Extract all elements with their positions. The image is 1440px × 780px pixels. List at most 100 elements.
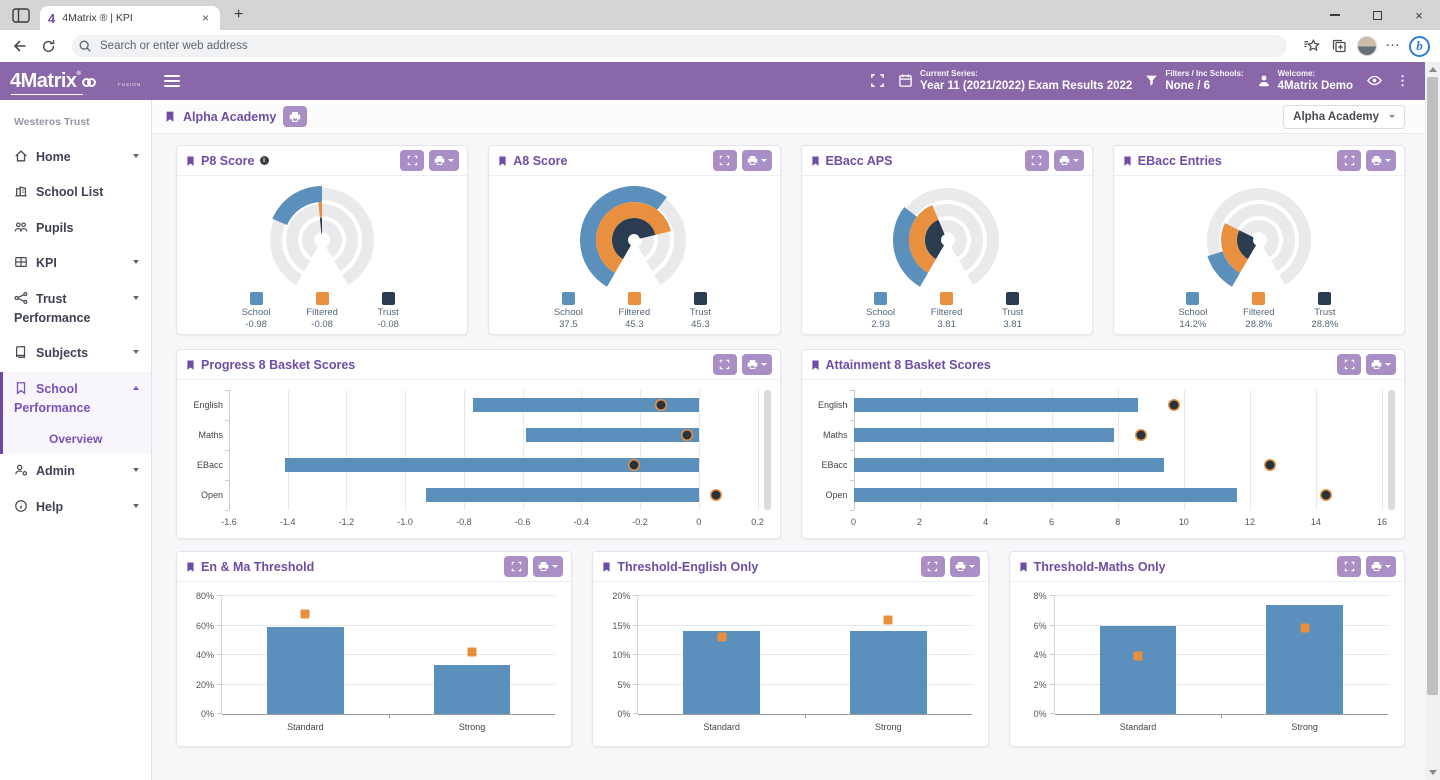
legend-item: School14.2% — [1168, 292, 1218, 331]
legend-item: Filtered3.81 — [922, 292, 972, 331]
expand-button[interactable] — [1025, 150, 1049, 171]
column-chart: 0%5%10%15%20%StandardStrong — [593, 582, 987, 746]
print-page-button[interactable] — [283, 106, 307, 127]
print-button[interactable] — [950, 556, 980, 577]
print-button[interactable] — [1366, 556, 1396, 577]
chevron-up-icon — [133, 386, 139, 390]
print-button[interactable] — [742, 354, 772, 375]
sidebar-item-kpi[interactable]: KPI — [0, 246, 151, 281]
expand-button[interactable] — [400, 150, 424, 171]
axis-tick — [217, 684, 222, 685]
scroll-up-icon[interactable] — [1429, 67, 1437, 72]
expand-button[interactable] — [1337, 556, 1361, 577]
tab-title: 4Matrix ® | KPI — [62, 12, 199, 24]
bookmark-icon — [810, 359, 821, 371]
close-button[interactable]: × — [1398, 0, 1440, 30]
browser-tab[interactable]: 4 4Matrix ® | KPI × — [40, 6, 220, 30]
card-p8-score: P8 Score i School-0.98Filtered-0.08Trust… — [176, 145, 468, 335]
profile-avatar[interactable] — [1357, 36, 1377, 56]
kebab-menu-icon[interactable]: ⋮ — [1396, 73, 1409, 89]
expand-button[interactable] — [504, 556, 528, 577]
legend-value: -0.08 — [377, 319, 399, 331]
series-label: Current Series: — [920, 69, 1132, 79]
sidebar-item-subjects[interactable]: Subjects — [0, 336, 151, 371]
maximize-button[interactable] — [1356, 0, 1398, 30]
welcome-value: 4Matrix Demo — [1278, 79, 1353, 93]
sidebar-item-overview[interactable]: Overview — [3, 426, 151, 454]
sidebar-item-school-performance[interactable]: School Performance — [3, 372, 151, 427]
print-button[interactable] — [1054, 150, 1084, 171]
sidebar-item-pupils[interactable]: Pupils — [0, 211, 151, 246]
legend-swatch — [1006, 292, 1019, 305]
expand-button[interactable] — [1337, 354, 1361, 375]
menu-hamburger-icon[interactable] — [164, 75, 180, 87]
expand-button[interactable] — [921, 556, 945, 577]
refresh-button[interactable] — [38, 36, 58, 56]
axis-tick — [217, 595, 222, 596]
page-toolbar: Alpha Academy Alpha Academy — [152, 100, 1425, 134]
school-icon — [14, 184, 28, 198]
gridline — [1250, 390, 1251, 510]
app-logo: 4Matrix® FUSION — [0, 71, 152, 91]
gauge-svg — [177, 176, 467, 294]
bookmark-icon — [810, 155, 821, 167]
school-selector-dropdown[interactable]: Alpha Academy — [1283, 105, 1405, 129]
minimize-button[interactable] — [1314, 0, 1356, 30]
print-button[interactable] — [429, 150, 459, 171]
menu-ellipsis-icon[interactable]: … — [1385, 39, 1401, 53]
category-label: English — [177, 400, 223, 410]
column-chart: 0%20%40%60%80%StandardStrong — [177, 582, 571, 746]
sidebar-item-trust-performance[interactable]: Trust Performance — [0, 282, 151, 337]
fullscreen-icon — [927, 561, 938, 572]
sidebar-item-school-list[interactable]: School List — [0, 175, 151, 210]
axis-tick-label: 60% — [178, 621, 214, 631]
book-icon — [14, 345, 28, 359]
print-button[interactable] — [1366, 150, 1396, 171]
bing-chat-icon[interactable]: b — [1409, 36, 1430, 57]
sidebar-item-help[interactable]: Help — [0, 490, 151, 525]
print-button[interactable] — [742, 150, 772, 171]
sidebar-item-home[interactable]: Home — [0, 140, 151, 175]
expand-button[interactable] — [713, 354, 737, 375]
card-title: En & Ma Threshold — [201, 560, 314, 574]
dashboard-content: P8 Score i School-0.98Filtered-0.08Trust… — [152, 134, 1425, 780]
printer-icon — [1371, 359, 1382, 370]
tab-close-icon[interactable]: × — [199, 11, 212, 25]
welcome-user[interactable]: Welcome: 4Matrix Demo — [1257, 69, 1353, 94]
plot-area: 0246810121416EnglishMathsEBaccOpen — [854, 390, 1383, 510]
info-icon — [14, 499, 28, 513]
category-label: Strong — [1291, 722, 1318, 732]
eye-icon[interactable] — [1366, 73, 1383, 88]
bookmark-icon — [185, 155, 196, 167]
legend-name: Trust — [377, 307, 398, 319]
collections-icon[interactable] — [1329, 36, 1349, 56]
expand-button[interactable] — [1337, 150, 1361, 171]
scrollbar-thumb[interactable] — [1427, 77, 1438, 695]
chevron-down-icon — [1385, 565, 1391, 568]
axis-tick — [217, 654, 222, 655]
address-bar[interactable]: Search or enter web address — [72, 35, 1287, 57]
legend-value: 3.81 — [1003, 319, 1022, 331]
plot-area: 0%5%10%15%20%StandardStrong — [637, 596, 971, 714]
gauge-svg — [489, 176, 779, 294]
page-scrollbar[interactable] — [1425, 62, 1440, 780]
filters-summary[interactable]: Filters / Inc Schools: None / 6 — [1145, 69, 1243, 94]
card-a8-score: A8 Score School37.5Filtered45.3Trust45.3 — [488, 145, 780, 335]
new-tab-button[interactable]: + — [234, 6, 243, 24]
favorites-icon[interactable] — [1301, 36, 1321, 56]
tab-manager-icon[interactable] — [12, 8, 30, 23]
expand-button[interactable] — [713, 150, 737, 171]
sidebar-item-admin[interactable]: Admin — [0, 454, 151, 489]
scroll-down-icon[interactable] — [1429, 770, 1437, 775]
sidebar-active-group: School Performance Overview — [0, 372, 151, 455]
axis-tick — [225, 450, 229, 451]
current-series[interactable]: Current Series: Year 11 (2021/2022) Exam… — [898, 69, 1132, 94]
info-icon[interactable]: i — [260, 156, 269, 165]
y-axis-line — [229, 390, 230, 510]
print-button[interactable] — [533, 556, 563, 577]
gauge-chart: School-0.98Filtered-0.08Trust-0.08 — [177, 176, 467, 334]
print-button[interactable] — [1366, 354, 1396, 375]
back-button[interactable] — [10, 36, 30, 56]
fullscreen-icon[interactable] — [870, 73, 885, 88]
chevron-down-icon — [133, 154, 139, 158]
